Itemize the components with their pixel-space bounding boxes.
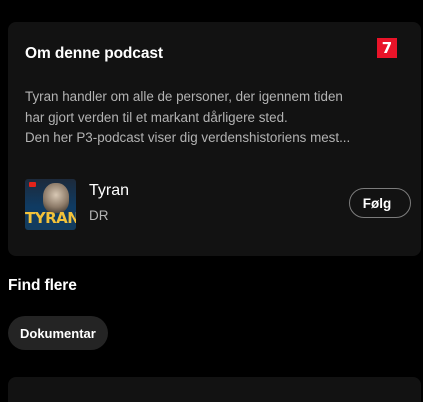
show-row[interactable]: TYRAN Tyran DR Følg — [25, 177, 417, 232]
podcast-page: Om denne podcast Tyran handler om alle d… — [0, 0, 423, 402]
follow-button[interactable]: Følg — [349, 188, 411, 218]
description-line: Den her P3-podcast viser dig verdenshist… — [25, 130, 351, 145]
show-publisher[interactable]: DR — [89, 208, 109, 223]
show-name[interactable]: Tyran — [89, 182, 129, 200]
podcast-description[interactable]: Tyran handler om alle de personer, der i… — [25, 87, 405, 149]
show-cover-image[interactable]: TYRAN — [25, 179, 76, 230]
cover-title-text: TYRAN — [25, 209, 76, 227]
description-line: har gjort verden til et markant dårliger… — [25, 109, 288, 125]
genre-chip-dokumentar[interactable]: Dokumentar — [8, 316, 108, 350]
next-section-card — [8, 377, 421, 402]
about-title: Om denne podcast — [25, 45, 163, 62]
annotation-badge: 7 — [377, 38, 397, 58]
dr-logo-icon — [29, 182, 36, 187]
about-podcast-card: Om denne podcast Tyran handler om alle d… — [8, 22, 421, 256]
find-more-heading: Find flere — [8, 277, 77, 294]
description-line: Tyran handler om alle de personer, der i… — [25, 89, 343, 104]
